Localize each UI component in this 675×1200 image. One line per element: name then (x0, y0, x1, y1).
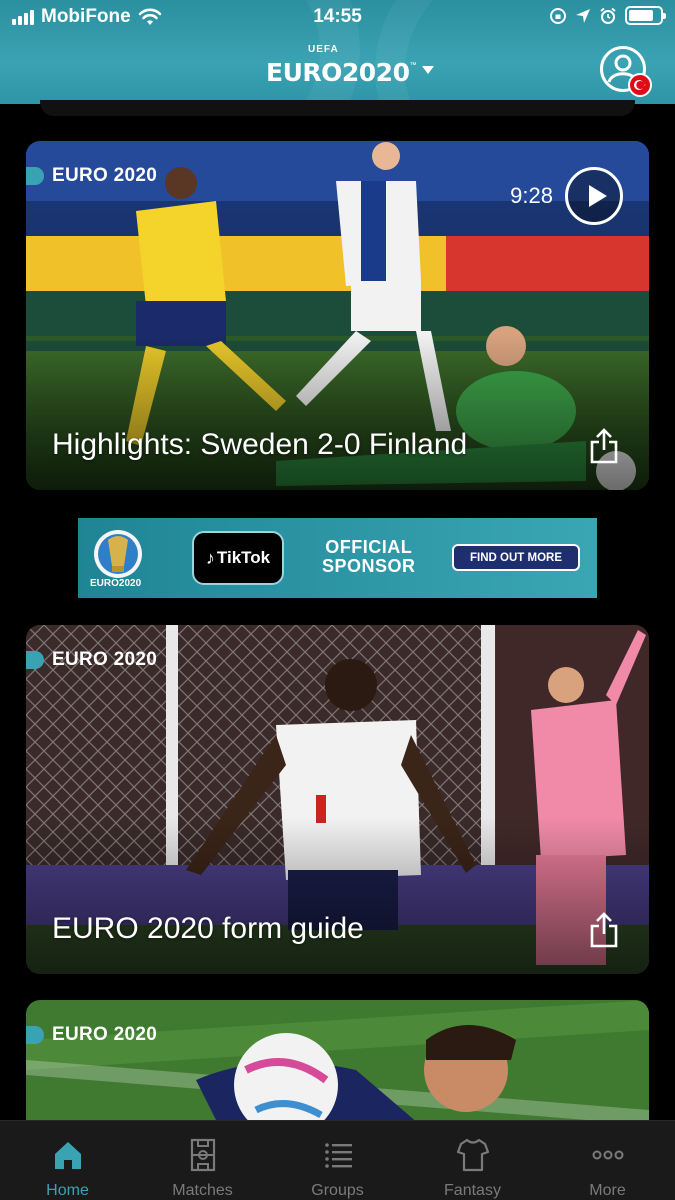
bottom-tab-bar: Home Matches Groups Fantasy More (0, 1120, 675, 1200)
list-icon (324, 1143, 352, 1168)
ad-line2: SPONSOR (322, 556, 416, 576)
sponsor-ad-banner[interactable]: EURO2020 ♪ TikTok OFFICIAL SPONSOR FIND … (78, 518, 597, 598)
battery-level (629, 10, 653, 21)
play-icon[interactable] (565, 167, 623, 225)
tab-label: Matches (172, 1182, 233, 1199)
ad-logo-text: EURO2020 (90, 578, 142, 589)
status-icons (549, 6, 666, 25)
ad-line1: OFFICIAL (325, 537, 413, 557)
app-header: MobiFone 14:55 UEFA EURO2020 ™ (0, 0, 675, 104)
battery-icon (625, 6, 666, 25)
jersey-icon (456, 1138, 489, 1172)
share-icon[interactable] (589, 428, 619, 464)
chevron-down-icon[interactable] (422, 66, 435, 74)
logo-trademark: ™ (409, 62, 417, 69)
tag-label: EURO 2020 (52, 1024, 158, 1045)
tiktok-brand: TikTok (216, 548, 271, 567)
tab-matches[interactable]: Matches (135, 1121, 270, 1200)
card-tag: EURO 2020 (26, 649, 157, 671)
tab-label: More (589, 1182, 626, 1199)
share-icon[interactable] (589, 912, 619, 948)
alarm-icon (600, 7, 616, 24)
tag-marker (26, 651, 44, 669)
tab-home[interactable]: Home (0, 1121, 135, 1200)
tab-label: Groups (311, 1182, 364, 1199)
ad-sponsor-text: OFFICIAL SPONSOR (322, 538, 416, 576)
tab-more[interactable]: More (540, 1121, 675, 1200)
card-title: Highlights: Sweden 2-0 Finland (52, 428, 468, 461)
tab-label: Home (46, 1182, 89, 1199)
more-icon (592, 1150, 623, 1160)
turkey-flag-icon (628, 73, 652, 97)
tab-groups[interactable]: Groups (270, 1121, 405, 1200)
news-card[interactable]: EURO 2020 9:28 Highlights: Sweden 2-0 Fi… (26, 141, 649, 490)
tag-label: EURO 2020 (52, 165, 158, 186)
tag-marker (26, 1026, 44, 1044)
rotation-lock-icon (550, 7, 566, 24)
tag-marker (26, 167, 44, 185)
news-card[interactable]: EURO 2020 (26, 1000, 649, 1140)
card-image-goalkeeper (26, 1000, 649, 1140)
tag-label: EURO 2020 (52, 649, 158, 670)
euro2020-logo[interactable]: UEFA EURO2020 ™ (266, 44, 435, 87)
pitch-icon (190, 1138, 215, 1172)
tiktok-logo: ♪ TikTok (192, 531, 284, 585)
status-bar: MobiFone 14:55 (0, 0, 675, 34)
find-out-more-button[interactable]: FIND OUT MORE (452, 544, 580, 571)
video-duration: 9:28 (510, 183, 553, 208)
logo-uefa-text: UEFA (308, 44, 339, 55)
previous-card-edge (40, 100, 635, 116)
home-icon (54, 1142, 81, 1169)
card-tag: EURO 2020 (26, 1024, 157, 1046)
tab-fantasy[interactable]: Fantasy (405, 1121, 540, 1200)
tab-label: Fantasy (444, 1182, 501, 1199)
news-card[interactable]: EURO 2020 EURO 2020 form guide (26, 625, 649, 974)
card-title: EURO 2020 form guide (52, 912, 364, 945)
location-icon (576, 8, 590, 23)
logo-title: EURO2020 (266, 58, 410, 87)
card-tag: EURO 2020 (26, 165, 157, 187)
